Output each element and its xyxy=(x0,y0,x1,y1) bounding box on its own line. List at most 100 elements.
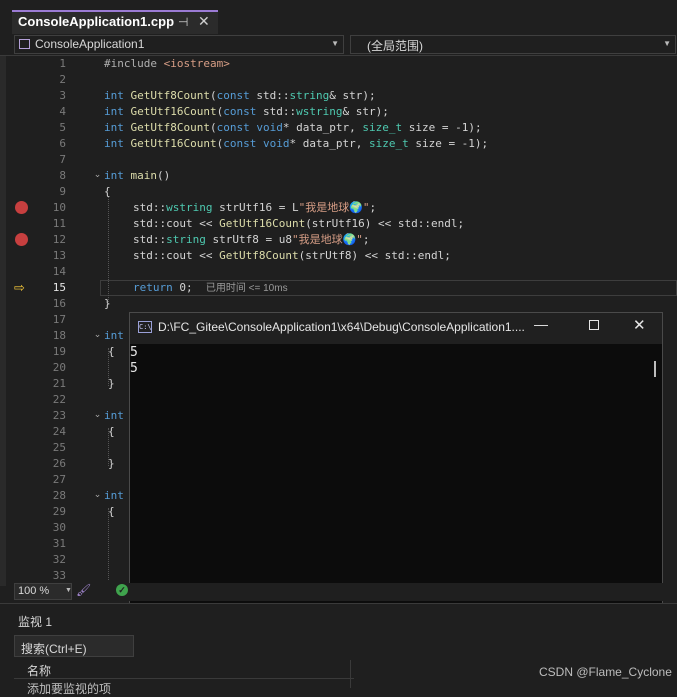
line-number: 31 xyxy=(52,537,66,550)
line-number: 25 xyxy=(52,441,66,454)
collapse-icon[interactable]: ⌄ xyxy=(93,170,102,179)
close-tab-icon[interactable]: ✕ xyxy=(198,13,210,30)
code-line-26: } xyxy=(108,457,115,470)
line-number: 7 xyxy=(59,153,66,166)
code-line-9: { xyxy=(104,185,111,198)
line-number: 26 xyxy=(52,457,66,470)
console-app-icon: C:\ xyxy=(138,321,152,333)
line-number: 8 xyxy=(59,169,66,182)
breakpoint-margin[interactable] xyxy=(6,56,36,586)
line-number: 12 xyxy=(52,233,66,246)
code-line-13: std::cout << GetUtf8Count(strUtf8) << st… xyxy=(133,249,451,262)
document-tab-strip: ConsoleApplication1.cpp ⊣ ✕ xyxy=(0,0,677,34)
tab-consoleapplication1-cpp[interactable]: ConsoleApplication1.cpp ⊣ ✕ xyxy=(12,10,218,34)
line-number: 21 xyxy=(52,377,66,390)
code-line-23: int xyxy=(104,409,124,422)
pin-icon[interactable]: ⊣ xyxy=(178,15,188,29)
line-number: 32 xyxy=(52,553,66,566)
code-line-6: int GetUtf16Count(const void* data_ptr, … xyxy=(104,137,489,150)
chevron-down-icon: ▼ xyxy=(663,39,671,48)
code-line-4: int GetUtf16Count(const std::wstring& st… xyxy=(104,105,389,118)
navigation-bar: ConsoleApplication1 ▼ (全局范围) ▼ xyxy=(0,34,677,56)
project-dropdown[interactable]: ConsoleApplication1 ▼ xyxy=(14,35,344,54)
close-button[interactable]: ✕ xyxy=(633,316,646,334)
chevron-down-icon: ▼ xyxy=(331,39,339,48)
line-number: 22 xyxy=(52,393,66,406)
minimize-button[interactable]: — xyxy=(534,316,548,332)
zoom-level: 100 % xyxy=(18,585,50,597)
line-number: 1 xyxy=(59,57,66,70)
column-name[interactable]: 名称 xyxy=(27,662,51,679)
chevron-down-icon: ▼ xyxy=(65,587,72,594)
editor-status-bar: 100 % ▼ 🖌 ✓ xyxy=(14,583,677,601)
breakpoint-icon[interactable] xyxy=(15,233,28,246)
code-line-3: int GetUtf8Count(const std::string& str)… xyxy=(104,89,376,102)
line-number: 2 xyxy=(59,73,66,86)
line-number: 5 xyxy=(59,121,66,134)
watch-panel-title[interactable]: 监视 1 xyxy=(18,613,52,630)
line-number: 4 xyxy=(59,105,66,118)
line-number: 9 xyxy=(59,185,66,198)
watch-search-input[interactable]: 搜索(Ctrl+E) xyxy=(14,635,134,657)
line-number: 11 xyxy=(52,217,66,230)
line-number: 16 xyxy=(52,297,66,310)
line-number: 10 xyxy=(52,201,66,214)
execution-pointer-icon[interactable]: ⇨ xyxy=(14,280,25,296)
code-line-21: } xyxy=(108,377,115,390)
code-line-10: std::wstring strUtf16 = L"我是地球🌍"; xyxy=(133,201,377,214)
column-divider[interactable] xyxy=(350,660,351,688)
line-number: 27 xyxy=(52,473,66,486)
code-line-8: int main() xyxy=(104,169,171,182)
breakpoint-icon[interactable] xyxy=(15,201,28,214)
line-number: 33 xyxy=(52,569,66,582)
console-scrollbar[interactable] xyxy=(654,361,656,377)
code-line-18: int xyxy=(104,329,124,342)
project-icon xyxy=(19,39,30,49)
search-placeholder: 搜索(Ctrl+E) xyxy=(21,642,87,656)
collapse-icon[interactable]: ⌄ xyxy=(93,410,102,419)
line-number: 30 xyxy=(52,521,66,534)
tab-title: ConsoleApplication1.cpp xyxy=(18,14,175,29)
code-line-11: std::cout << GetUtf16Count(strUtf16) << … xyxy=(133,217,465,230)
code-line-19: { xyxy=(108,345,115,358)
line-number: 20 xyxy=(52,361,66,374)
code-line-15: return 0; 已用时间 <= 10ms xyxy=(133,281,288,294)
add-watch-row[interactable]: 添加要监视的项 xyxy=(27,680,111,697)
scope-dropdown[interactable]: (全局范围) ▼ xyxy=(350,35,676,54)
collapse-icon[interactable]: ⌄ xyxy=(93,490,102,499)
no-issues-icon[interactable]: ✓ xyxy=(116,584,128,596)
maximize-button[interactable] xyxy=(589,320,599,330)
line-number: 23 xyxy=(52,409,66,422)
line-number: 29 xyxy=(52,505,66,518)
watch-column-header: 名称 xyxy=(14,660,354,679)
line-number: 17 xyxy=(52,313,66,326)
code-line-24: { xyxy=(108,425,115,438)
code-line-5: int GetUtf8Count(const void* data_ptr, s… xyxy=(104,121,482,134)
zoom-dropdown[interactable]: 100 % ▼ xyxy=(14,583,72,600)
code-cleanup-icon[interactable]: 🖌 xyxy=(76,583,91,597)
line-number: 18 xyxy=(52,329,66,342)
project-name: ConsoleApplication1 xyxy=(35,37,145,51)
line-number: 19 xyxy=(52,345,66,358)
line-number: 28 xyxy=(52,489,66,502)
code-line-29: { xyxy=(108,505,115,518)
elapsed-time-hint[interactable]: 已用时间 <= 10ms xyxy=(206,283,288,294)
code-line-12: std::string strUtf8 = u8"我是地球🌍"; xyxy=(133,233,370,246)
collapse-icon[interactable]: ⌄ xyxy=(93,330,102,339)
console-title: D:\FC_Gitee\ConsoleApplication1\x64\Debu… xyxy=(158,320,525,334)
console-title-bar[interactable]: C:\ D:\FC_Gitee\ConsoleApplication1\x64\… xyxy=(130,313,662,344)
code-line-1: #include <iostream> xyxy=(104,57,230,70)
line-number: 6 xyxy=(59,137,66,150)
code-line-16: } xyxy=(104,297,111,310)
scope-name: (全局范围) xyxy=(367,39,423,53)
line-number: 3 xyxy=(59,89,66,102)
indent-guide xyxy=(108,196,109,304)
console-output-line: 5 xyxy=(130,361,138,376)
line-number: 24 xyxy=(52,425,66,438)
line-number: 14 xyxy=(52,265,66,278)
watermark-credit: CSDN @Flame_Cyclone xyxy=(539,665,672,679)
console-output-line: 5 xyxy=(130,345,138,360)
line-number: 15 xyxy=(52,281,66,294)
line-number: 13 xyxy=(52,249,66,262)
code-line-28: int xyxy=(104,489,124,502)
